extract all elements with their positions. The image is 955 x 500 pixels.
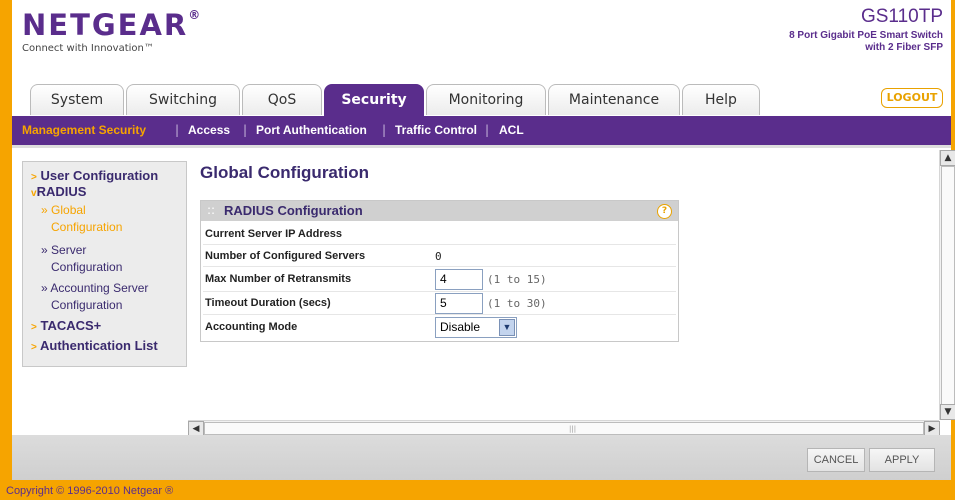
vertical-scroll-thumb[interactable] bbox=[941, 166, 955, 408]
configured-servers-label: Number of Configured Servers bbox=[205, 250, 366, 262]
content-area: > User Configuration vRADIUS » Global Co… bbox=[12, 145, 955, 437]
accounting-mode-value: Disable bbox=[440, 320, 481, 334]
subnav-access[interactable]: Access bbox=[188, 116, 230, 145]
subnav-traffic-control[interactable]: Traffic Control bbox=[395, 116, 477, 145]
max-retransmits-label: Max Number of Retransmits bbox=[205, 273, 352, 285]
nav-authentication-list[interactable]: > Authentication List bbox=[31, 338, 158, 356]
model-name: GS110TP bbox=[860, 6, 943, 27]
nav-accounting-server-configuration-line2[interactable]: Configuration bbox=[51, 297, 122, 313]
subnav-separator: | bbox=[382, 123, 387, 137]
nav-global-label-1: Global bbox=[51, 203, 86, 217]
nav-server-configuration-line2[interactable]: Configuration bbox=[51, 259, 122, 275]
horizontal-scroll-thumb[interactable]: ||| bbox=[204, 422, 924, 435]
content-divider bbox=[12, 145, 951, 148]
triangle-up-icon[interactable]: ▲ bbox=[940, 150, 955, 166]
chevron-right-icon: > bbox=[31, 342, 37, 353]
timeout-duration-input[interactable]: 5 bbox=[435, 293, 483, 314]
double-chevron-icon: » bbox=[41, 203, 48, 217]
panel-title: RADIUS Configuration bbox=[224, 203, 363, 218]
chevron-down-icon[interactable]: ▼ bbox=[499, 319, 515, 336]
chevron-right-icon: > bbox=[31, 172, 37, 183]
nav-radius-label: RADIUS bbox=[36, 184, 87, 199]
grip-icon: :: bbox=[207, 203, 216, 217]
row-divider bbox=[203, 244, 676, 245]
nav-tacacs-label: TACACS+ bbox=[40, 318, 102, 333]
nav-server-configuration[interactable]: » Server bbox=[41, 242, 86, 258]
accounting-mode-label: Accounting Mode bbox=[205, 321, 298, 333]
max-retransmits-input[interactable]: 4 bbox=[435, 269, 483, 290]
nav-user-configuration-label: User Configuration bbox=[40, 168, 159, 183]
tab-qos[interactable]: QoS bbox=[242, 84, 322, 115]
model-description: 8 Port Gigabit PoE Smart Switch with 2 F… bbox=[723, 30, 943, 54]
subnav-separator: | bbox=[485, 123, 490, 137]
row-divider bbox=[203, 314, 676, 315]
timeout-duration-label: Timeout Duration (secs) bbox=[205, 297, 331, 309]
subnav-separator: | bbox=[243, 123, 248, 137]
left-border bbox=[0, 0, 12, 480]
tagline: Connect with Innovation™ bbox=[22, 43, 154, 54]
logo-trademark: ® bbox=[188, 8, 203, 22]
tab-security[interactable]: Security bbox=[324, 84, 424, 117]
header: NETGEAR® Connect with Innovation™ GS110T… bbox=[12, 0, 951, 117]
tab-monitoring[interactable]: Monitoring bbox=[426, 84, 546, 115]
configured-servers-value: 0 bbox=[435, 250, 442, 263]
sub-navigation: Management Security | Access | Port Auth… bbox=[12, 116, 951, 145]
horizontal-scrollbar[interactable]: ◀ ||| ▶ bbox=[188, 420, 940, 437]
current-server-ip-label: Current Server IP Address bbox=[205, 228, 342, 240]
nav-authentication-list-label: Authentication List bbox=[39, 338, 158, 353]
left-navigation: > User Configuration vRADIUS » Global Co… bbox=[22, 161, 187, 367]
row-divider bbox=[203, 266, 676, 267]
panel-header: :: RADIUS Configuration ? bbox=[201, 201, 678, 221]
subnav-acl[interactable]: ACL bbox=[499, 116, 524, 145]
model-desc-line1: 8 Port Gigabit PoE Smart Switch bbox=[789, 30, 943, 41]
nav-global-configuration-line2[interactable]: Configuration bbox=[51, 219, 122, 235]
copyright-text: Copyright © 1996-2010 Netgear ® bbox=[6, 485, 174, 497]
model-desc-line2: with 2 Fiber SFP bbox=[865, 42, 943, 53]
nav-radius[interactable]: vRADIUS bbox=[31, 184, 86, 202]
chevron-right-icon: > bbox=[31, 322, 37, 333]
nav-tacacs[interactable]: > TACACS+ bbox=[31, 318, 101, 336]
grip-icon: ||| bbox=[569, 425, 577, 433]
nav-server-label-1: Server bbox=[51, 243, 87, 257]
nav-global-configuration[interactable]: » Global bbox=[41, 202, 86, 218]
logo-text: NETGEAR bbox=[22, 8, 189, 42]
subnav-port-authentication[interactable]: Port Authentication bbox=[256, 116, 367, 145]
nav-accounting-server-configuration[interactable]: » Accounting Server bbox=[41, 280, 148, 296]
tab-switching[interactable]: Switching bbox=[126, 84, 240, 115]
triangle-down-icon[interactable]: ▼ bbox=[940, 404, 955, 420]
tab-help[interactable]: Help bbox=[682, 84, 760, 115]
footer-bar: CANCEL APPLY bbox=[12, 435, 951, 480]
tab-system[interactable]: System bbox=[30, 84, 124, 115]
apply-button[interactable]: APPLY bbox=[869, 448, 935, 472]
double-chevron-icon: » bbox=[41, 281, 48, 295]
logout-button[interactable]: LOGOUT bbox=[881, 88, 943, 108]
vertical-scrollbar[interactable]: ▲ ▼ bbox=[939, 150, 955, 420]
subnav-separator: | bbox=[175, 123, 180, 137]
cancel-button[interactable]: CANCEL bbox=[807, 448, 865, 472]
netgear-logo: NETGEAR® bbox=[22, 8, 202, 42]
subnav-management-security[interactable]: Management Security bbox=[22, 116, 146, 145]
timeout-duration-range: (1 to 30) bbox=[487, 297, 547, 310]
browser-frame: NETGEAR® Connect with Innovation™ GS110T… bbox=[0, 0, 955, 500]
radius-configuration-panel: :: RADIUS Configuration ? Current Server… bbox=[200, 200, 679, 342]
tab-maintenance[interactable]: Maintenance bbox=[548, 84, 680, 115]
max-retransmits-range: (1 to 15) bbox=[487, 273, 547, 286]
page-title: Global Configuration bbox=[200, 163, 370, 182]
double-chevron-icon: » bbox=[41, 243, 48, 257]
row-divider bbox=[203, 291, 676, 292]
help-circle-icon[interactable]: ? bbox=[657, 204, 672, 219]
accounting-mode-select[interactable]: Disable ▼ bbox=[435, 317, 517, 338]
nav-accounting-label-1: Accounting Server bbox=[50, 281, 149, 295]
